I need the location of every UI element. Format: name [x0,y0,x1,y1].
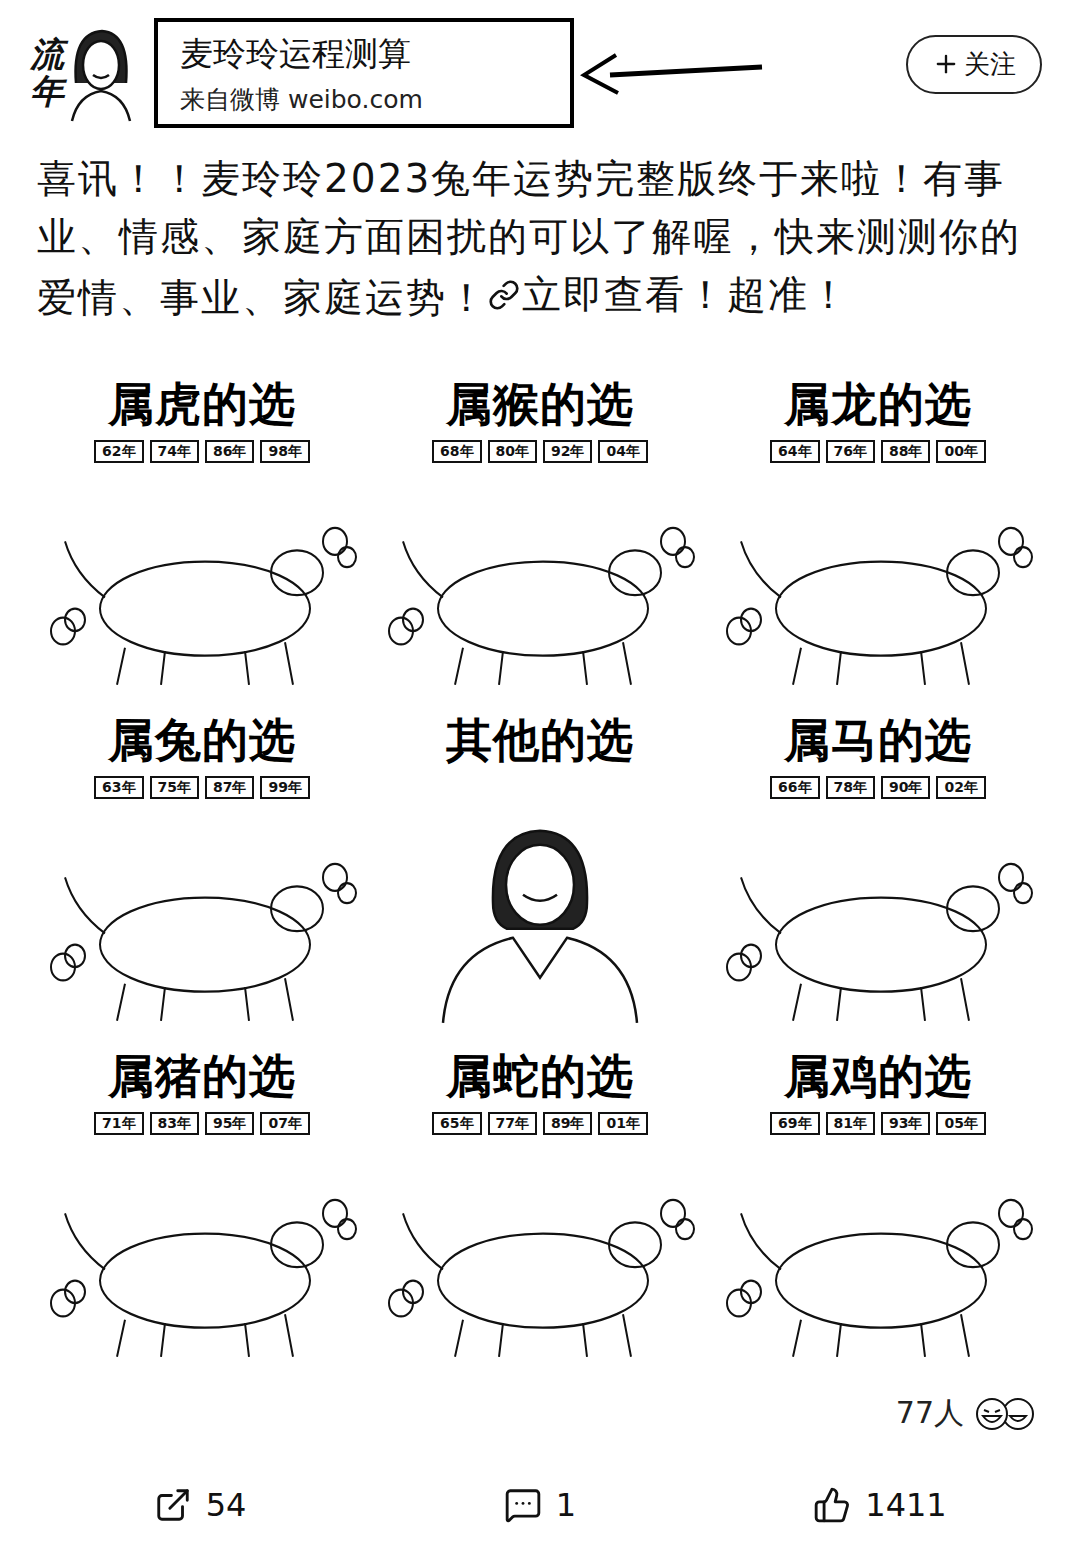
year-tags: 62年 74年 86年 98年 [94,440,310,463]
like-icon [813,1486,851,1524]
animal-illustration-icon [711,799,1045,1023]
image-title: 属虎的选 [108,377,296,432]
year-tag: 68年 [432,440,481,463]
year-tag: 93年 [881,1112,930,1135]
image-card[interactable]: 属虎的选 62年 74年 86年 98年 [35,355,369,687]
year-tag: 00年 [936,440,985,463]
year-tag: 87年 [205,776,254,799]
image-card[interactable]: 属鸡的选 69年 81年 93年 05年 [711,1027,1045,1359]
animal-illustration-icon [711,463,1045,687]
image-title: 其他的选 [446,713,634,768]
year-tags: 63年 75年 87年 99年 [94,776,310,799]
image-grid: 属虎的选 62年 74年 86年 98年 属猴的选 68年 80年 92年 04年 属龙的选 64年 7… [0,355,1080,1359]
animal-illustration-icon [35,463,369,687]
image-card[interactable]: 其他的选 [373,691,707,1023]
year-tag: 75年 [150,776,199,799]
image-title: 属鸡的选 [784,1049,972,1104]
image-title: 属猪的选 [108,1049,296,1104]
image-card[interactable]: 属马的选 66年 78年 90年 02年 [711,691,1045,1023]
like-button[interactable]: 1411 [813,1486,946,1524]
link-icon [488,279,520,311]
reactions[interactable]: 77人 [0,1393,1080,1434]
year-tag: 99年 [260,776,309,799]
image-title: 属蛇的选 [446,1049,634,1104]
image-card[interactable]: 属兔的选 63年 75年 87年 99年 [35,691,369,1023]
action-bar: 54 1 1411 [0,1486,1080,1524]
year-tag: 74年 [150,440,199,463]
avatar[interactable]: 流年 [30,14,142,132]
year-tag: 83年 [150,1112,199,1135]
image-title: 属龙的选 [784,377,972,432]
year-tag: 88年 [881,440,930,463]
share-icon [154,1486,192,1524]
laughing-emoji-icon [972,1396,1038,1432]
account-name[interactable]: 麦玲玲运程测算 [180,32,546,77]
year-tag: 95年 [205,1112,254,1135]
animal-illustration-icon [35,1135,369,1359]
year-tag: 78年 [826,776,875,799]
image-title: 属猴的选 [446,377,634,432]
year-tag: 65年 [432,1112,481,1135]
animal-illustration-icon [373,1135,707,1359]
year-tags: 66年 78年 90年 02年 [770,776,986,799]
post-source: 来自微博 weibo.com [180,83,546,116]
post-link[interactable]: 立即查看！超准！ [488,266,850,324]
post-header: 流年 麦玲玲运程测算来自微博 weibo.com 关注 [0,0,1080,132]
year-tag: 66年 [770,776,819,799]
year-tag: 63年 [94,776,143,799]
year-tag: 90年 [881,776,930,799]
portrait-photo-icon [373,768,707,1023]
reaction-count: 77人 [896,1393,964,1434]
year-tag: 04年 [598,440,647,463]
woman-face-icon [68,23,134,123]
share-count: 54 [206,1486,247,1524]
image-title: 属马的选 [784,713,972,768]
year-tags: 69年 81年 93年 05年 [770,1112,986,1135]
comment-count: 1 [556,1486,576,1524]
year-tag: 76年 [826,440,875,463]
animal-illustration-icon [35,799,369,1023]
plus-icon [932,50,960,78]
year-tag: 07年 [260,1112,309,1135]
year-tag: 77年 [488,1112,537,1135]
follow-button[interactable]: 关注 [906,35,1042,94]
year-tag: 71年 [94,1112,143,1135]
weibo-post: 流年 麦玲玲运程测算来自微博 weibo.com 关注喜讯！！麦玲玲2023兔年运势… [0,0,1080,1553]
year-tag: 86年 [205,440,254,463]
year-tag: 89年 [543,1112,592,1135]
animal-illustration-icon [711,1135,1045,1359]
image-card[interactable]: 属猪的选 71年 83年 95年 07年 [35,1027,369,1359]
arrow-icon [580,51,765,95]
like-count: 1411 [865,1486,946,1524]
year-tags: 71年 83年 95年 07年 [94,1112,310,1135]
image-title: 属兔的选 [108,713,296,768]
comment-icon [504,1486,542,1524]
year-tag: 69年 [770,1112,819,1135]
year-tag: 02年 [936,776,985,799]
post-text: 喜讯！！麦玲玲2023兔年运势完整版终于来啦！有事业、情感、家庭方面困扰的可以了… [0,150,1080,327]
image-card[interactable]: 属猴的选 68年 80年 92年 04年 [373,355,707,687]
year-tag: 05年 [936,1112,985,1135]
year-tag: 64年 [770,440,819,463]
image-card[interactable]: 属龙的选 64年 76年 88年 00年 [711,355,1045,687]
share-button[interactable]: 54 [154,1486,247,1524]
year-tag: 80年 [488,440,537,463]
year-tag: 98年 [260,440,309,463]
year-tag: 92年 [543,440,592,463]
account-name-box[interactable]: 麦玲玲运程测算来自微博 weibo.com [154,18,574,128]
image-card[interactable]: 属蛇的选 65年 77年 89年 01年 [373,1027,707,1359]
avatar-text: 流年 [30,36,64,111]
animal-illustration-icon [373,463,707,687]
year-tag: 62年 [94,440,143,463]
year-tags: 68年 80年 92年 04年 [432,440,648,463]
year-tags: 65年 77年 89年 01年 [432,1112,648,1135]
year-tag: 01年 [598,1112,647,1135]
year-tags: 64年 76年 88年 00年 [770,440,986,463]
comment-button[interactable]: 1 [504,1486,576,1524]
year-tag: 81年 [826,1112,875,1135]
